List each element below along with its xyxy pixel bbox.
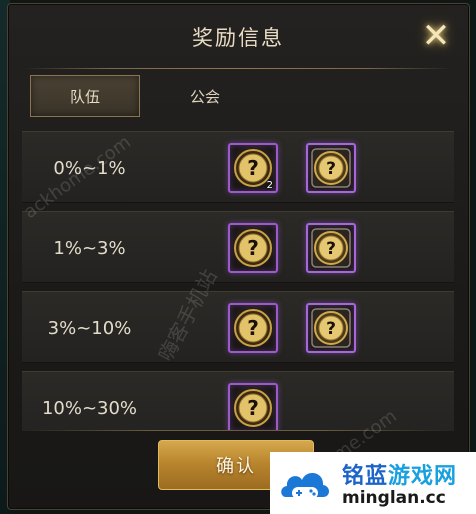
logo-name-part1: 铭蓝 [342, 464, 389, 489]
gold-coin-icon: ? [311, 148, 351, 188]
logo-name: 铭蓝游戏网 [342, 458, 457, 490]
rank-range-label: 1%~3% [53, 237, 126, 259]
tab-team-label: 队伍 [69, 87, 100, 106]
svg-text:?: ? [247, 316, 259, 340]
dialog-title: 奖励信息 [192, 26, 284, 50]
logo-url: minglan.cc [342, 488, 446, 508]
reward-slot[interactable]: ? [228, 383, 278, 431]
reward-slot[interactable]: ? [306, 303, 356, 353]
gold-coin-icon: ? [311, 308, 351, 348]
tab-guild-label: 公会 [189, 87, 220, 106]
rank-range-label: 3%~10% [47, 317, 132, 339]
svg-text:?: ? [247, 396, 259, 420]
tab-guild[interactable]: 公会 [180, 75, 230, 117]
close-icon[interactable]: ✕ [416, 16, 456, 56]
reward-row: 3%~10% ? ? [22, 291, 454, 363]
svg-text:?: ? [326, 239, 336, 259]
mystery-coin-icon: ? [234, 389, 272, 427]
reward-slot[interactable]: ? [228, 303, 278, 353]
reward-slot[interactable]: ? [306, 223, 356, 273]
gold-coin-icon: ? [311, 228, 351, 268]
reward-slot[interactable]: ? 2 [228, 143, 278, 193]
rank-range-label: 10%~30% [41, 397, 138, 419]
svg-text:?: ? [247, 236, 259, 260]
item-count: 2 [266, 180, 273, 191]
logo-name-part2: 游戏网 [388, 464, 458, 489]
tab-team[interactable]: 队伍 [30, 75, 140, 117]
title-divider [24, 68, 452, 69]
mystery-coin-icon: ? [234, 229, 272, 267]
svg-text:?: ? [326, 319, 336, 339]
reward-slot[interactable]: ? [228, 223, 278, 273]
svg-text:?: ? [326, 159, 336, 179]
reward-slot[interactable]: ? [306, 143, 356, 193]
site-logo: 铭蓝游戏网 minglan.cc [270, 452, 476, 514]
confirm-button-label: 确认 [216, 456, 256, 477]
svg-text:?: ? [247, 156, 259, 180]
mystery-coin-icon: ? [234, 309, 272, 347]
reward-row: 1%~3% ? ? [22, 211, 454, 283]
cloud-gamepad-icon [281, 472, 329, 499]
